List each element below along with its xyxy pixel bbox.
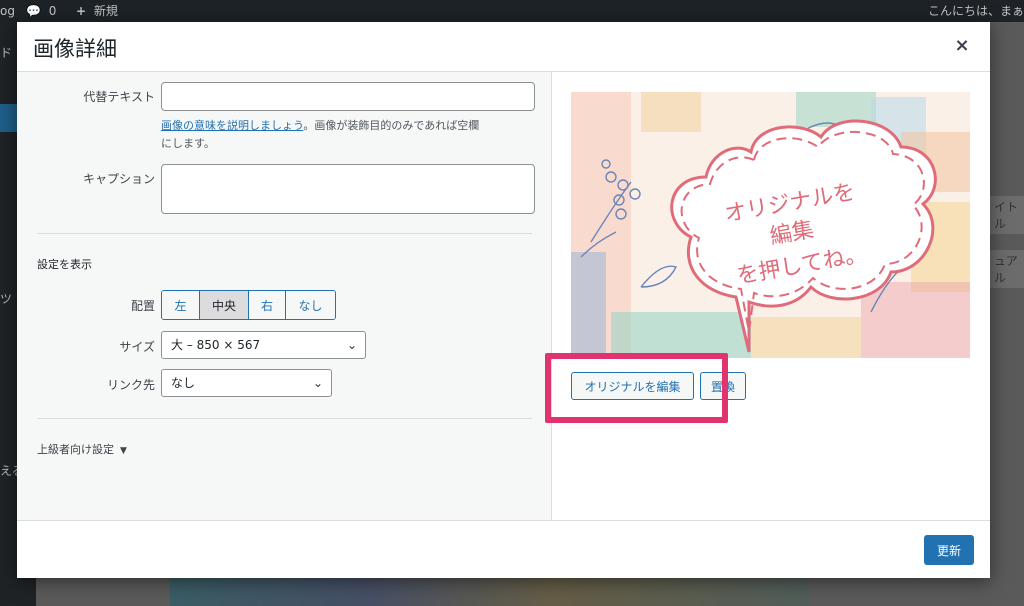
alt-text-input[interactable] — [161, 82, 535, 111]
align-button-group: 左 中央 右 なし — [161, 290, 336, 320]
link-value: なし — [171, 376, 196, 390]
bg-image-strip — [170, 578, 810, 606]
new-label: 新規 — [93, 4, 118, 18]
image-preview: オリジナルを 編集 を押してね。 — [571, 92, 970, 358]
align-center-button[interactable]: 中央 — [200, 291, 249, 319]
align-left-button[interactable]: 左 — [162, 291, 200, 319]
align-none-button[interactable]: なし — [286, 291, 335, 319]
admin-bar: og 💬 0 + 新規 こんにちは、まぁ — [0, 0, 1024, 22]
image-details-modal: 画像詳細 × 代替テキスト 画像の意味を説明しましょう。画像が装飾目的のみであれ… — [17, 22, 990, 578]
alt-text-help-rest: 。画像が装飾目的のみであれば空欄 — [303, 119, 480, 132]
link-label: リンク先 — [106, 378, 155, 392]
divider — [37, 418, 532, 419]
size-label: サイズ — [119, 340, 155, 354]
size-select[interactable]: 大 – 850 × 567 ⌄ — [161, 331, 366, 359]
modal-header: 画像詳細 × — [17, 22, 990, 72]
preview-artwork: オリジナルを 編集 を押してね。 — [571, 92, 970, 358]
update-button[interactable]: 更新 — [924, 535, 974, 565]
settings-panel: 代替テキスト 画像の意味を説明しましょう。画像が装飾目的のみであれば空欄 にしま… — [17, 72, 552, 520]
image-preview-panel: オリジナルを 編集 を押してね。 オリジナルを編集 置換 — [552, 72, 990, 520]
alt-text-label: 代替テキスト — [83, 90, 155, 104]
align-right-button[interactable]: 右 — [249, 291, 286, 319]
bg-left-fragment: ド — [0, 46, 13, 60]
display-settings-title: 設定を表示 — [37, 258, 92, 271]
alt-text-help-link[interactable]: 画像の意味を説明しましょう — [161, 119, 303, 132]
comments-link[interactable]: 💬 0 — [26, 3, 56, 19]
caption-label: キャプション — [82, 172, 155, 186]
close-icon[interactable]: × — [952, 36, 972, 56]
bg-left-fragment: ツ — [0, 292, 13, 306]
align-label: 配置 — [130, 299, 155, 313]
link-select[interactable]: なし ⌄ — [161, 369, 332, 397]
chevron-down-icon: ⌄ — [346, 338, 357, 352]
divider — [37, 233, 532, 234]
bg-right-fragment: イトル — [990, 196, 1024, 234]
site-name-fragment[interactable]: og — [0, 3, 15, 19]
triangle-down-icon: ▼ — [120, 446, 127, 456]
caption-textarea[interactable] — [161, 164, 535, 214]
modal-footer: 更新 — [17, 520, 990, 578]
comments-count: 0 — [48, 4, 57, 18]
alt-text-help-rest-2: にします。 — [161, 137, 215, 150]
highlight-annotation — [545, 353, 728, 423]
size-value: 大 – 850 × 567 — [171, 338, 261, 352]
alt-text-help: 画像の意味を説明しましょう。画像が装飾目的のみであれば空欄 にします。 — [161, 117, 541, 153]
plus-icon: + — [76, 4, 87, 18]
chevron-down-icon: ⌄ — [312, 376, 323, 390]
bg-right-fragment: ュアル — [990, 250, 1024, 288]
advanced-settings-label: 上級者向け設定 — [37, 443, 114, 456]
account-greeting[interactable]: こんにちは、まぁ — [928, 3, 1024, 19]
modal-title: 画像詳細 — [33, 37, 117, 61]
advanced-settings-toggle[interactable]: 上級者向け設定 ▼ — [37, 441, 127, 457]
comment-icon: 💬 — [26, 4, 41, 18]
new-content-link[interactable]: + 新規 — [76, 3, 118, 19]
